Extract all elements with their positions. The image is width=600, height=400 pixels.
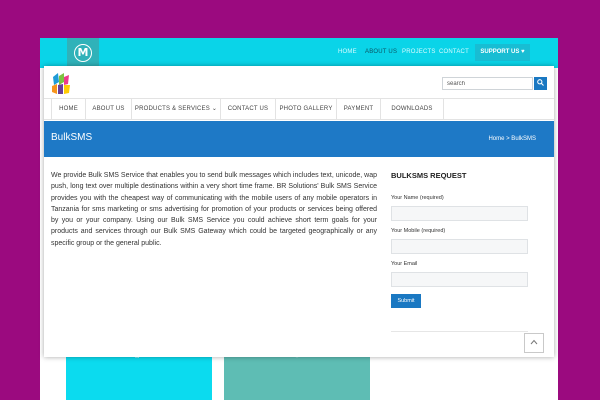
background-nav-about[interactable]: ABOUT US: [365, 49, 397, 55]
page-title: BulkSMS: [51, 132, 93, 143]
nav-item-photo-gallery[interactable]: PHOTO GALLERY: [276, 99, 337, 120]
support-us-button[interactable]: SUPPORT US ♥: [475, 44, 530, 61]
name-field[interactable]: [391, 206, 528, 221]
search-button[interactable]: [534, 77, 547, 90]
main-nav: HOME ABOUT US PRODUCTS & SERVICES ⌄ CONT…: [44, 98, 554, 120]
nav-item-home[interactable]: HOME: [51, 99, 86, 120]
mobile-field[interactable]: [391, 239, 528, 254]
search-input[interactable]: [442, 77, 533, 90]
form-title: BULKSMS REQUEST: [391, 171, 467, 180]
background-nav-contact[interactable]: CONTACT: [439, 49, 469, 55]
background-logo[interactable]: M: [67, 38, 99, 68]
form-divider: [391, 331, 528, 332]
background-nav-projects[interactable]: PROJECTS: [402, 49, 436, 55]
service-description: We provide Bulk SMS Service that enables…: [51, 172, 377, 247]
nav-item-downloads[interactable]: DOWNLOADS: [381, 99, 444, 120]
email-field[interactable]: [391, 272, 528, 287]
scroll-to-top-button[interactable]: [524, 333, 544, 353]
nav-item-contact-us[interactable]: CONTACT US: [221, 99, 276, 120]
email-label: Your Email: [391, 261, 418, 267]
site-page: HOME ABOUT US PRODUCTS & SERVICES ⌄ CONT…: [44, 66, 554, 357]
name-label: Your Name (required): [391, 195, 444, 201]
mobile-label: Your Mobile (required): [391, 228, 446, 234]
nav-item-payment[interactable]: PAYMENT: [337, 99, 381, 120]
nav-item-about-us[interactable]: ABOUT US: [86, 99, 132, 120]
breadcrumb[interactable]: Home > BulkSMS: [488, 136, 536, 142]
m-logo-icon: M: [74, 44, 92, 62]
background-top-bar: M HOME ABOUT US PROJECTS CONTACT SUPPORT…: [40, 38, 558, 68]
page-banner: BulkSMS Home > BulkSMS: [44, 121, 554, 157]
background-nav-home[interactable]: HOME: [338, 49, 357, 55]
submit-button[interactable]: Submit: [391, 294, 421, 308]
search-icon: [537, 79, 544, 88]
br-solutions-logo[interactable]: [51, 73, 71, 95]
chevron-up-icon: [530, 338, 538, 348]
nav-item-products-services[interactable]: PRODUCTS & SERVICES ⌄: [132, 99, 221, 120]
